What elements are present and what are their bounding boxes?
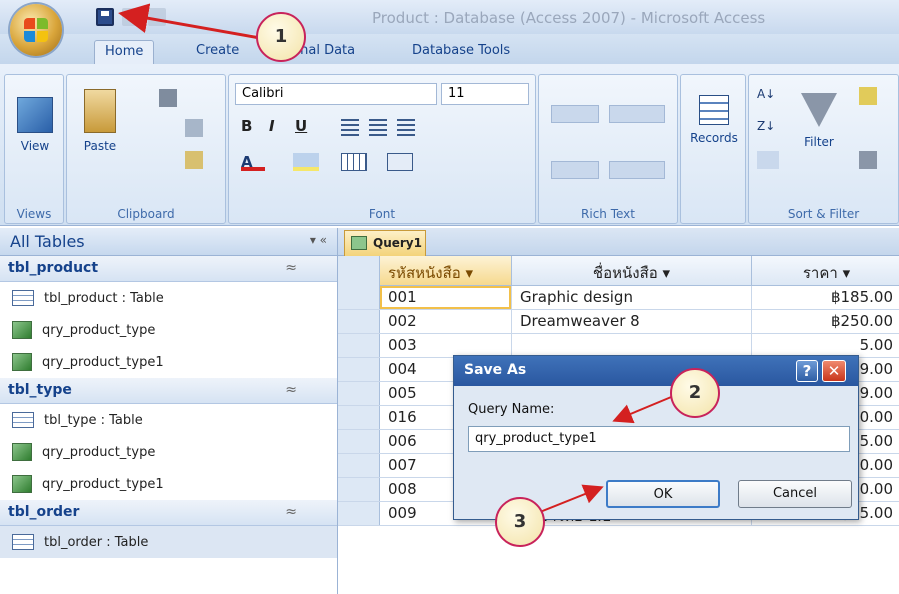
arrow-to-ok-button (539, 484, 604, 513)
callout-step-2: 2 (670, 368, 720, 418)
arrow-to-query-name (612, 394, 677, 424)
callout-step-3: 3 (495, 497, 545, 547)
annotation-arrows (118, 3, 677, 513)
callout-step-1: 1 (256, 12, 306, 62)
arrow-to-save-icon (118, 3, 261, 40)
